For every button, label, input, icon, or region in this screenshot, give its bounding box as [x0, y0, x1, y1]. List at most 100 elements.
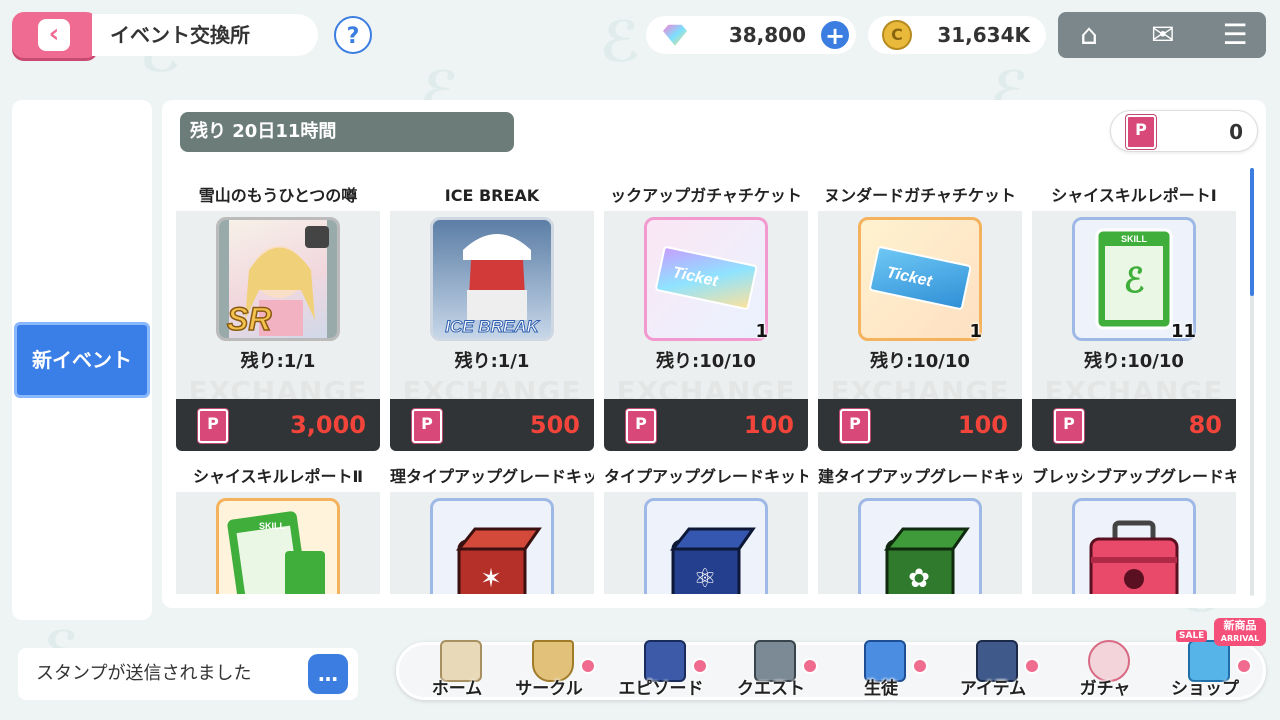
price-bar: P 100 — [818, 399, 1022, 451]
nav-label: サークル — [515, 679, 583, 699]
nav-label: クエスト — [737, 679, 805, 699]
skill-report-icon: SKILL — [227, 511, 325, 594]
scrollbar-thumb[interactable] — [1250, 168, 1254, 296]
item-quantity: 1 — [969, 321, 982, 342]
nav-label: ホーム — [431, 679, 483, 699]
nav-circle[interactable]: サークル — [496, 636, 602, 708]
item-thumbnail: SKILL — [216, 498, 340, 594]
item-thumbnail: SR — [216, 217, 340, 341]
item-thumbnail — [1072, 498, 1196, 594]
remaining-count: 残り:10/10 — [1084, 351, 1184, 372]
nav-items[interactable]: アイテム — [940, 636, 1046, 708]
green-upgrade-kit-icon: ✿ — [883, 527, 970, 594]
svg-text:SKILL: SKILL — [259, 521, 286, 531]
nav-label: ショップ — [1171, 679, 1239, 699]
new-badge-text: 新商品 — [1223, 619, 1257, 632]
nav-gacha[interactable]: ガチャ — [1052, 636, 1158, 708]
notification-dot — [1236, 658, 1252, 674]
remaining-count: 残り:10/10 — [656, 351, 756, 372]
price-label: 500 — [529, 411, 580, 439]
event-point-icon: P — [840, 409, 870, 443]
chat-button[interactable]: … — [308, 654, 348, 694]
item-quantity: 1 — [755, 321, 768, 342]
help-button[interactable]: ? — [334, 16, 372, 54]
item-thumbnail: ✶ — [430, 498, 554, 594]
coin-icon: C — [882, 20, 912, 50]
home-icon[interactable]: ⌂ — [1066, 18, 1112, 52]
event-point-icon: P — [198, 409, 228, 443]
item-name: タイプアップグレードキット — [604, 462, 808, 492]
ice-break-logo: ICE BREAK — [445, 317, 540, 336]
nav-shop[interactable]: ショップ — [1152, 636, 1258, 708]
shop-item[interactable]: ヌンダードガチャチケット Ticket 1 残り:10/10 EXCHANGE … — [818, 181, 1022, 453]
nav-home[interactable]: ホーム — [404, 636, 510, 708]
item-name: 理タイプアップグレードキッ — [390, 462, 594, 492]
nav-label: 生徒 — [864, 679, 898, 699]
shop-item[interactable]: ブレッシブアップグレードキ — [1032, 462, 1236, 594]
nav-label: アイテム — [959, 679, 1027, 699]
shop-item[interactable]: ックアップガチャチケット Ticket 1 残り:10/10 EXCHANGE … — [604, 181, 808, 453]
price-bar: P 80 — [1032, 399, 1236, 451]
add-gems-button[interactable]: + — [818, 18, 852, 52]
notification-dot — [580, 658, 596, 674]
ticket-icon: Ticket — [655, 246, 758, 310]
shop-item[interactable]: シャイスキルレポートⅠ SKILL ℰ 11 残り:10/10 EXCHANGE… — [1032, 181, 1236, 453]
notification-dot — [802, 658, 818, 674]
price-label: 100 — [957, 411, 1008, 439]
ticket-icon: Ticket — [869, 246, 972, 310]
character-illustration: SR — [219, 220, 337, 338]
price-bar: P 500 — [390, 399, 594, 451]
event-point-icon: P — [412, 409, 442, 443]
shop-item[interactable]: シャイスキルレポートⅡ SKILL — [176, 462, 380, 594]
stamp-notification: スタンプが送信されました — [18, 648, 358, 700]
item-grid: 雪山のもうひとつの噂 SR 残り:1/1 EXCHANGE P 3,000 IC… — [176, 176, 1240, 594]
item-thumbnail: Ticket — [644, 217, 768, 341]
item-name: ヌンダードガチャチケット — [818, 181, 1022, 211]
tab-new-event[interactable]: 新イベント — [14, 322, 150, 398]
nav-students[interactable]: 生徒 — [828, 636, 934, 708]
gem-icon — [661, 23, 689, 49]
shop-item[interactable]: 建タイプアップグレードキッ ✿ — [818, 462, 1022, 594]
item-thumbnail: ICE BREAK — [430, 217, 554, 341]
arrival-badge-text: ARRIVAL — [1220, 634, 1260, 643]
mail-icon[interactable]: ✉ — [1140, 18, 1186, 52]
price-label: 80 — [1188, 411, 1222, 439]
event-point-icon: P — [1054, 409, 1084, 443]
back-button[interactable]: ‹ — [12, 12, 98, 58]
red-upgrade-kit-icon: ✶ — [455, 527, 542, 594]
sale-badge: SALE — [1176, 630, 1208, 642]
remaining-count: 残り:10/10 — [870, 351, 970, 372]
svg-text:✿: ✿ — [908, 564, 930, 594]
hamburger-menu-icon[interactable]: ☰ — [1212, 18, 1258, 52]
remaining-time: 残り 20日11時間 — [180, 112, 514, 152]
item-name: ックアップガチャチケット — [604, 181, 808, 211]
rarity-sr-label: SR — [227, 301, 271, 337]
shop-item[interactable]: ICE BREAK ICE BREAK 残り:1/1 EXCHANGE P 50… — [390, 181, 594, 453]
item-thumbnail: ⚛ — [644, 498, 768, 594]
item-name: ICE BREAK — [390, 181, 594, 211]
nav-label: エピソード — [618, 679, 704, 699]
nav-quest[interactable]: クエスト — [718, 636, 824, 708]
price-label: 3,000 — [290, 411, 366, 439]
notification-dot — [912, 658, 928, 674]
item-thumbnail: ✿ — [858, 498, 982, 594]
shop-item[interactable]: 雪山のもうひとつの噂 SR 残り:1/1 EXCHANGE P 3,000 — [176, 181, 380, 453]
chevron-left-icon: ‹ — [38, 19, 70, 51]
shop-item[interactable]: タイプアップグレードキット ⚛ — [604, 462, 808, 594]
shop-item[interactable]: 理タイプアップグレードキッ ✶ — [390, 462, 594, 594]
nav-episode[interactable]: エピソード — [608, 636, 714, 708]
nav-label: ガチャ — [1079, 679, 1131, 699]
blue-upgrade-kit-icon: ⚛ — [669, 527, 756, 594]
notification-dot — [1024, 658, 1040, 674]
price-bar: P 100 — [604, 399, 808, 451]
item-name: シャイスキルレポートⅡ — [176, 462, 380, 492]
item-quantity: 11 — [1170, 321, 1196, 342]
svg-text:✶: ✶ — [480, 564, 502, 594]
svg-text:⚛: ⚛ — [693, 564, 716, 594]
price-bar: P 3,000 — [176, 399, 380, 451]
new-arrival-badge: 新商品 ARRIVAL — [1214, 618, 1266, 646]
event-point-icon: P — [626, 409, 656, 443]
item-name: シャイスキルレポートⅠ — [1032, 181, 1236, 211]
remaining-count: 残り:1/1 — [240, 351, 316, 372]
remaining-count: 残り:1/1 — [454, 351, 530, 372]
